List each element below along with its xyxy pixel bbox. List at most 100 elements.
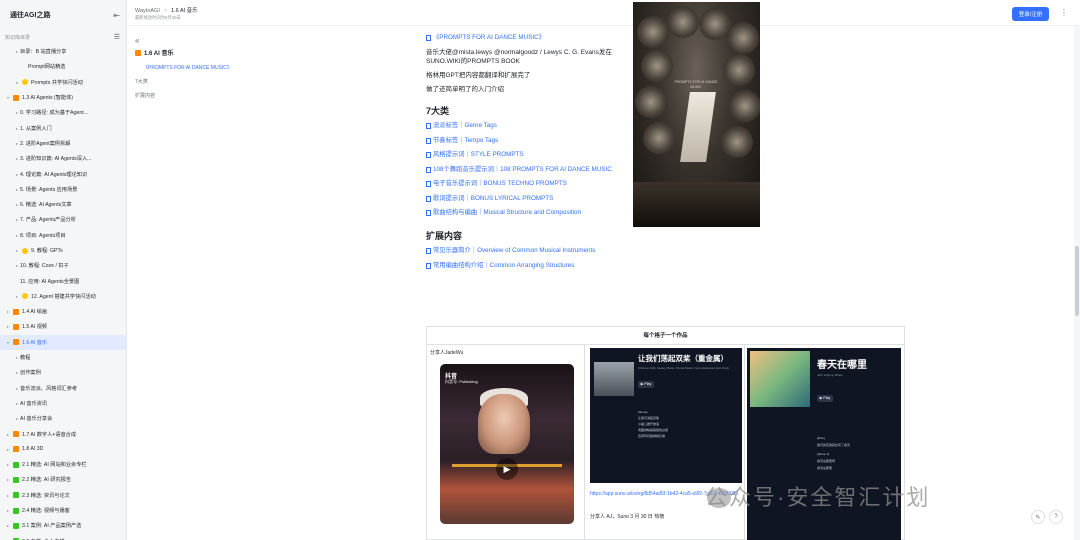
sidebar-item[interactable]: ▾ 1.6 AI 音乐: [0, 334, 126, 350]
sidebar-item[interactable]: ▸ AI 音乐资讯: [0, 396, 126, 411]
sidebar-item[interactable]: ▸ 1.5 AI 视频: [0, 319, 126, 334]
sidebar-item-label: 4. 理论篇: AI Agents理论知识: [20, 171, 88, 178]
chevron-down-icon[interactable]: ▾: [5, 340, 11, 345]
prompts-book-cover-image[interactable]: PROMPTS FOR AI DANCE MUSIC: [633, 2, 760, 227]
outline-toggle-icon[interactable]: ☰: [114, 33, 120, 41]
sidebar-item[interactable]: ▸ 教程: [0, 350, 126, 365]
chevron-right-icon[interactable]: ▸: [5, 477, 11, 482]
tiktok-video[interactable]: 抖音 抖音号: Publicblog ▶: [440, 364, 574, 524]
sidebar-item[interactable]: ▸ 创作案例: [0, 365, 126, 380]
sidebar-item[interactable]: ▸ 目录：B 站直播分享: [0, 44, 126, 59]
sidebar-item[interactable]: ▸ 2.4 精选: 视频与播客: [0, 503, 126, 518]
folder-icon: [13, 522, 19, 529]
sidebar-item[interactable]: ▸ 10. 教程: Coze / 扣子: [0, 258, 126, 273]
collapse-sidebar-icon[interactable]: ⇤: [113, 11, 120, 20]
doc-link-icon: [426, 262, 431, 269]
doc-link[interactable]: 电子音乐提示词｜BONUS TECHNO PROMPTS: [426, 180, 626, 188]
outline-item[interactable]: 7大类: [135, 78, 275, 85]
folder-icon: [22, 293, 28, 300]
sidebar-item-label: 3. 进阶知识篇: AI Agents深入...: [20, 156, 92, 163]
suno-caption: 分享人 AJ，Suno 3 月 30 日 热榜: [590, 514, 665, 520]
sidebar-item[interactable]: ▾ 1.3 AI Agents (智能体): [0, 90, 126, 105]
doc-link[interactable]: 108个舞蹈音乐提示词｜108 PROMPTS FOR AI DANCE MUS…: [426, 166, 626, 174]
outline-item[interactable]: 扩展内容: [135, 92, 275, 99]
doc-link[interactable]: 常见乐器简介｜Overview of Common Musical Instru…: [426, 247, 626, 255]
sidebar-item[interactable]: ▸ 0. 学习路径: 成为基于Agent...: [0, 105, 126, 120]
doc-link[interactable]: 常用编曲结构介绍｜Common Arranging Structures: [426, 262, 626, 270]
sidebar-item[interactable]: ▸ 2. 进阶Agent案例拆解: [0, 136, 126, 151]
heading-seven-categories: 7大类: [426, 106, 450, 116]
doc-link[interactable]: 歌词提示词｜BONUS LYRICAL PROMPTS: [426, 195, 626, 203]
outline-item[interactable]: 《PROMPTS FOR AI DANCE MUSIC》: [143, 64, 275, 71]
sidebar-item[interactable]: ▸ Prompts 共学快闪活动: [0, 75, 126, 90]
sidebar-item[interactable]: ▸ 1. 从案例入门: [0, 120, 126, 135]
more-icon[interactable]: ⋮: [1060, 8, 1068, 17]
sidebar-item[interactable]: ▸ 3.1 案例: AI 产品案例产选: [0, 518, 126, 533]
sidebar-title[interactable]: 通往AGI之路: [10, 10, 113, 20]
paragraph: 做了还简单明了的入门介绍: [426, 86, 504, 93]
sidebar-item[interactable]: ▸ 2.3 精选: 资讯与论文: [0, 488, 126, 503]
scroll-thumb[interactable]: [1075, 246, 1079, 316]
breadcrumb: WaytoAGI >1.6 AI 音乐: [135, 8, 198, 14]
sidebar-item[interactable]: Prompt网站精选: [0, 59, 126, 74]
feedback-icon[interactable]: ✎: [1031, 510, 1045, 524]
sidebar-item[interactable]: ▸ 3. 进阶知识篇: AI Agents深入...: [0, 151, 126, 166]
sidebar-item[interactable]: ▸ 1.8 AI 3D: [0, 442, 126, 457]
sidebar-item[interactable]: ▸ 2.2 精选: AI 研究报告: [0, 472, 126, 487]
doc-link-icon: [426, 152, 431, 158]
login-button[interactable]: 登录/注册: [1012, 7, 1049, 21]
help-icon[interactable]: ?: [1049, 510, 1063, 524]
chevron-right-icon[interactable]: ▸: [5, 324, 11, 329]
lyric-line: 春天在那里呀: [817, 459, 836, 463]
sidebar-item[interactable]: ▸ 1.7 AI 数字人+语音合成: [0, 426, 126, 441]
sidebar-item[interactable]: 11. 应用: AI Agents全景图: [0, 273, 126, 288]
chevron-right-icon[interactable]: ▸: [5, 447, 11, 452]
sidebar-item[interactable]: ▸ 7. 产品: Agents产品分析: [0, 212, 126, 227]
sidebar-item[interactable]: ▸ 5. 场景: Agents 应用场景: [0, 182, 126, 197]
chevron-right-icon[interactable]: ▸: [14, 248, 20, 253]
sidebar-item[interactable]: ▸ 2.1 精选: AI 网站和业余专栏: [0, 457, 126, 472]
doc-link[interactable]: 《PROMPTS FOR AI DANCE MUSIC》: [426, 34, 626, 42]
lyric-line: 小船儿推开波浪: [638, 422, 660, 426]
suno-screenshot[interactable]: 让我们荡起双桨（重金属） Chinese Folk, Heavy Metal, …: [590, 348, 742, 483]
doc-link[interactable]: 风格提示词｜STYLE PROMPTS: [426, 151, 626, 159]
edit-time: 最新修改时间为6月29日: [135, 15, 181, 20]
sidebar-item[interactable]: ▸ 6. 精选: AI Agents文章: [0, 197, 126, 212]
doc-link-icon: [426, 195, 431, 202]
sidebar-item[interactable]: ▸3.2 专栏: 个人专栏: [0, 534, 126, 540]
doc-link-label: 风格提示词｜STYLE PROMPTS: [433, 151, 524, 158]
collapse-outline-icon[interactable]: «: [135, 36, 275, 45]
sidebar-item-label: Prompts 共学快闪活动: [31, 79, 83, 86]
doc-link-icon: [426, 123, 431, 129]
chevron-right-icon[interactable]: ▸: [5, 523, 11, 528]
sidebar-item[interactable]: ▸ AI 音乐分享会: [0, 411, 126, 426]
breadcrumb-root[interactable]: WaytoAGI: [135, 8, 160, 14]
sidebar-item-label: 2.1 精选: AI 网站和业余专栏: [22, 462, 87, 469]
outline-title[interactable]: 1.6 AI 音乐: [135, 48, 275, 57]
sidebar-item[interactable]: ▸ 4. 理论篇: AI Agents理论知识: [0, 166, 126, 181]
play-icon[interactable]: ▶: [496, 458, 518, 480]
lyric-line: [Verse]: [638, 410, 648, 414]
chevron-right-icon[interactable]: ▸: [14, 80, 20, 85]
breadcrumb-current[interactable]: 1.6 AI 音乐: [171, 8, 198, 14]
lyric-line: [Verse 1]: [817, 452, 829, 456]
sidebar-item-label: 5. 场景: Agents 应用场景: [20, 186, 78, 193]
chevron-right-icon[interactable]: ▸: [5, 462, 11, 467]
doc-link[interactable]: 歌曲结构与编曲｜Musical Structure and Compositio…: [426, 209, 626, 217]
sidebar-item[interactable]: ▸ 9. 教程: GPTs: [0, 243, 126, 258]
sidebar-item[interactable]: ▸ 1.4 AI 绘画: [0, 304, 126, 319]
chevron-right-icon[interactable]: ▸: [5, 508, 11, 513]
folder-icon: [13, 461, 19, 468]
sidebar-item[interactable]: ▸ 音乐流派、风格词汇参考: [0, 381, 126, 396]
sidebar-item[interactable]: ▸ 8. 项目: Agents项目: [0, 228, 126, 243]
doc-link[interactable]: 流派标签｜Genre Tags: [426, 122, 626, 130]
chevron-right-icon[interactable]: ▸: [5, 432, 11, 437]
folder-icon: [13, 431, 19, 438]
chevron-down-icon[interactable]: ▾: [5, 95, 11, 100]
doc-link[interactable]: 节奏标签｜Tempo Tags: [426, 137, 626, 145]
sidebar-item[interactable]: ▸ 12. Agent 搭建共学快闪活动: [0, 289, 126, 304]
scrollbar[interactable]: [1074, 26, 1080, 540]
chevron-right-icon[interactable]: ▸: [5, 493, 11, 498]
chevron-right-icon[interactable]: ▸: [5, 309, 11, 314]
chevron-right-icon[interactable]: ▸: [14, 294, 20, 299]
